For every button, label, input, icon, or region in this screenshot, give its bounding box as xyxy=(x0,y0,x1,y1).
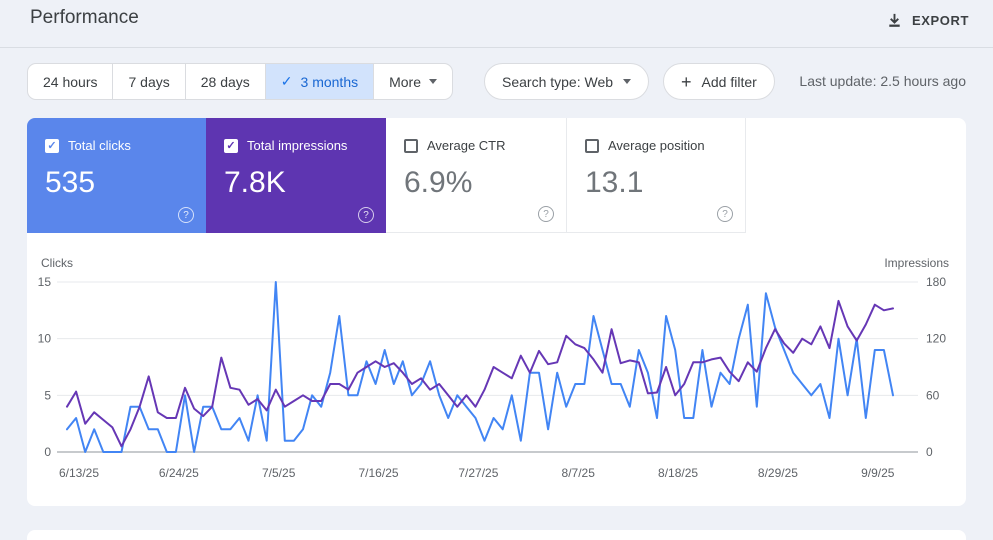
more-button[interactable]: More xyxy=(374,64,452,99)
add-filter-chip[interactable]: + Add filter xyxy=(663,63,775,100)
next-panel-top xyxy=(27,530,966,540)
metric-label: Average CTR xyxy=(427,138,506,153)
caret-down-icon xyxy=(623,79,632,84)
metric-label: Total clicks xyxy=(68,138,131,153)
metric-label: Average position xyxy=(608,138,705,153)
x-axis-label: 8/18/25 xyxy=(658,466,698,480)
x-axis-label: 6/24/25 xyxy=(159,466,199,480)
y-axis-tick-right: 60 xyxy=(926,388,940,402)
metric-value: 7.8K xyxy=(224,166,286,199)
check-icon: ✓ xyxy=(280,73,293,89)
last-update-text: Last update: 2.5 hours ago xyxy=(799,73,966,89)
check-icon: ✓ xyxy=(226,140,236,152)
x-axis-label: 9/9/25 xyxy=(861,466,895,480)
x-axis-label: 7/27/25 xyxy=(458,466,498,480)
metric-value: 6.9% xyxy=(404,166,473,199)
metric-card-total-impressions[interactable]: ✓ Total impressions 7.8K ? xyxy=(206,118,386,233)
checkbox-unchecked[interactable] xyxy=(404,138,418,153)
chart-svg: 15 180 10 120 5 60 0 0 Clicks Impressions 6/13/25 6… xyxy=(38,256,949,480)
plus-icon: + xyxy=(681,71,692,92)
x-axis-label: 8/29/25 xyxy=(758,466,798,480)
add-filter-label: Add filter xyxy=(701,73,757,90)
performance-panel: ✓ Total clicks 535 ? ✓ Total impressions… xyxy=(27,118,966,506)
search-type-label: Search type: Web xyxy=(502,73,614,90)
y-axis-tick-right: 180 xyxy=(926,275,946,289)
metric-card-average-ctr[interactable]: Average CTR 6.9% ? xyxy=(386,118,566,233)
help-icon[interactable]: ? xyxy=(538,206,554,222)
metric-value: 535 xyxy=(45,166,96,199)
help-icon[interactable]: ? xyxy=(717,206,733,222)
y-axis-tick-left: 15 xyxy=(38,275,52,289)
checkbox-checked[interactable]: ✓ xyxy=(45,138,59,153)
clicks-line xyxy=(66,281,894,453)
date-range-group: 24 hours 7 days 28 days ✓ 3 months More xyxy=(27,63,454,100)
header-divider xyxy=(0,47,993,48)
y-axis-tick-left: 5 xyxy=(44,388,51,402)
left-axis-title: Clicks xyxy=(41,256,73,270)
x-axis-label: 6/13/25 xyxy=(59,466,99,480)
metric-card-average-position[interactable]: Average position 13.1 ? xyxy=(566,118,746,233)
tab-3-months[interactable]: ✓ 3 months xyxy=(265,64,375,99)
page-title: Performance xyxy=(30,7,139,28)
metric-card-total-clicks[interactable]: ✓ Total clicks 535 ? xyxy=(27,118,206,233)
performance-chart: 15 180 10 120 5 60 0 0 Clicks Impressions 6/13/25 6… xyxy=(27,248,966,498)
export-label: EXPORT xyxy=(911,13,969,28)
tab-label: 7 days xyxy=(128,73,170,90)
caret-down-icon xyxy=(429,79,438,84)
x-axis-label: 8/7/25 xyxy=(562,466,596,480)
right-axis-title: Impressions xyxy=(884,256,949,270)
tab-label: 3 months xyxy=(300,73,359,90)
tab-label: 28 days xyxy=(200,73,250,90)
performance-page: { "icons": { "check": "✓", "plus": "+", … xyxy=(0,0,993,540)
checkbox-unchecked[interactable] xyxy=(585,138,599,153)
x-axis-label: 7/5/25 xyxy=(262,466,296,480)
tab-28-days[interactable]: 28 days xyxy=(186,64,266,99)
metric-label: Total impressions xyxy=(247,138,348,153)
help-icon[interactable]: ? xyxy=(178,207,194,223)
y-axis-tick-right: 0 xyxy=(926,445,933,459)
export-button[interactable]: EXPORT xyxy=(878,6,977,35)
check-icon: ✓ xyxy=(47,140,57,152)
search-type-chip[interactable]: Search type: Web xyxy=(484,63,650,100)
metric-value: 13.1 xyxy=(585,166,644,199)
impressions-line xyxy=(66,299,894,448)
y-axis-tick-left: 0 xyxy=(44,445,51,459)
tab-24-hours[interactable]: 24 hours xyxy=(28,64,114,99)
download-icon xyxy=(889,13,900,27)
y-axis-tick-right: 120 xyxy=(926,332,946,346)
filter-chips: Search type: Web + Add filter xyxy=(484,63,775,100)
tab-7-days[interactable]: 7 days xyxy=(113,64,186,99)
tab-label: 24 hours xyxy=(43,73,98,90)
more-label: More xyxy=(389,73,422,90)
x-axis-label: 7/16/25 xyxy=(359,466,399,480)
help-icon[interactable]: ? xyxy=(358,207,374,223)
checkbox-checked[interactable]: ✓ xyxy=(224,138,238,153)
y-axis-tick-left: 10 xyxy=(38,332,52,346)
